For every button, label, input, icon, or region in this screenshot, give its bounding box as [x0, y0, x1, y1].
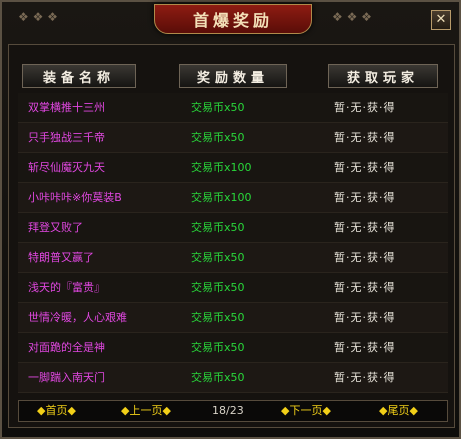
- column-header-name: 装备名称: [22, 64, 136, 88]
- prev-page-link[interactable]: ◆上一页◆: [121, 401, 171, 421]
- player-name: 暂·无·获·得: [334, 191, 396, 204]
- player-name: 暂·无·获·得: [334, 311, 396, 324]
- reward-amount: 交易币x100: [191, 191, 252, 204]
- reward-amount: 交易币x100: [191, 161, 252, 174]
- close-button[interactable]: ✕: [431, 10, 451, 30]
- next-page-link[interactable]: ◆下一页◆: [281, 401, 331, 421]
- player-name: 暂·无·获·得: [334, 371, 396, 384]
- item-name: 一脚踹入南天门: [28, 371, 105, 384]
- page-indicator: 18/23: [212, 404, 244, 417]
- player-name: 暂·无·获·得: [334, 221, 396, 234]
- item-name: 双掌横推十三州: [28, 101, 105, 114]
- item-name: 斩尽仙魔灭九天: [28, 161, 105, 174]
- table-row: 特朗普又赢了 交易币x50 暂·无·获·得: [18, 243, 448, 273]
- table-row: 对面跪的全是神 交易币x50 暂·无·获·得: [18, 333, 448, 363]
- item-name: 小咔咔咔※你莫装B: [28, 191, 122, 204]
- column-header-player: 获取玩家: [328, 64, 438, 88]
- item-name: 只手独战三千帝: [28, 131, 105, 144]
- reward-amount: 交易币x50: [191, 311, 245, 324]
- table-row: 世情冷暖，人心艰难 交易币x50 暂·无·获·得: [18, 303, 448, 333]
- table-row: 双掌横推十三州 交易币x50 暂·无·获·得: [18, 93, 448, 123]
- player-name: 暂·无·获·得: [334, 131, 396, 144]
- table-row: 拜登又败了 交易币x50 暂·无·获·得: [18, 213, 448, 243]
- item-name: 对面跪的全是神: [28, 341, 105, 354]
- first-page-link[interactable]: ◆首页◆: [37, 401, 76, 421]
- reward-amount: 交易币x50: [191, 341, 245, 354]
- table-row: 浅天的『富贵』 交易币x50 暂·无·获·得: [18, 273, 448, 303]
- last-page-link[interactable]: ◆尾页◆: [379, 401, 418, 421]
- right-ornament: ❖ ❖ ❖: [332, 10, 372, 24]
- player-name: 暂·无·获·得: [334, 341, 396, 354]
- player-name: 暂·无·获·得: [334, 101, 396, 114]
- reward-amount: 交易币x50: [191, 221, 245, 234]
- table-row: 斩尽仙魔灭九天 交易币x100 暂·无·获·得: [18, 153, 448, 183]
- table-row: 只手独战三千帝 交易币x50 暂·无·获·得: [18, 123, 448, 153]
- player-name: 暂·无·获·得: [334, 161, 396, 174]
- reward-window: ❖ ❖ ❖ ❖ ❖ ❖ 首爆奖励 ✕ 装备名称 奖励数量 获取玩家 双掌横推十三…: [0, 0, 461, 439]
- reward-amount: 交易币x50: [191, 371, 245, 384]
- table-row: 一脚踹入南天门 交易币x50 暂·无·获·得: [18, 363, 448, 393]
- reward-amount: 交易币x50: [191, 101, 245, 114]
- window-title: 首爆奖励: [192, 11, 273, 30]
- column-header-reward: 奖励数量: [179, 64, 287, 88]
- reward-table: 双掌横推十三州 交易币x50 暂·无·获·得 只手独战三千帝 交易币x50 暂·无·获·得…: [18, 93, 448, 393]
- reward-amount: 交易币x50: [191, 131, 245, 144]
- player-name: 暂·无·获·得: [334, 281, 396, 294]
- item-name: 拜登又败了: [28, 221, 83, 234]
- item-name: 浅天的『富贵』: [28, 281, 105, 294]
- item-name: 世情冷暖，人心艰难: [28, 311, 127, 324]
- pagination-bar: ◆首页◆ ◆上一页◆ 18/23 ◆下一页◆ ◆尾页◆: [18, 400, 448, 422]
- reward-amount: 交易币x50: [191, 281, 245, 294]
- title-banner: 首爆奖励: [154, 4, 312, 34]
- player-name: 暂·无·获·得: [334, 251, 396, 264]
- left-ornament: ❖ ❖ ❖: [18, 10, 58, 24]
- table-row: 小咔咔咔※你莫装B 交易币x100 暂·无·获·得: [18, 183, 448, 213]
- close-icon: ✕: [435, 12, 447, 27]
- item-name: 特朗普又赢了: [28, 251, 94, 264]
- reward-amount: 交易币x50: [191, 251, 245, 264]
